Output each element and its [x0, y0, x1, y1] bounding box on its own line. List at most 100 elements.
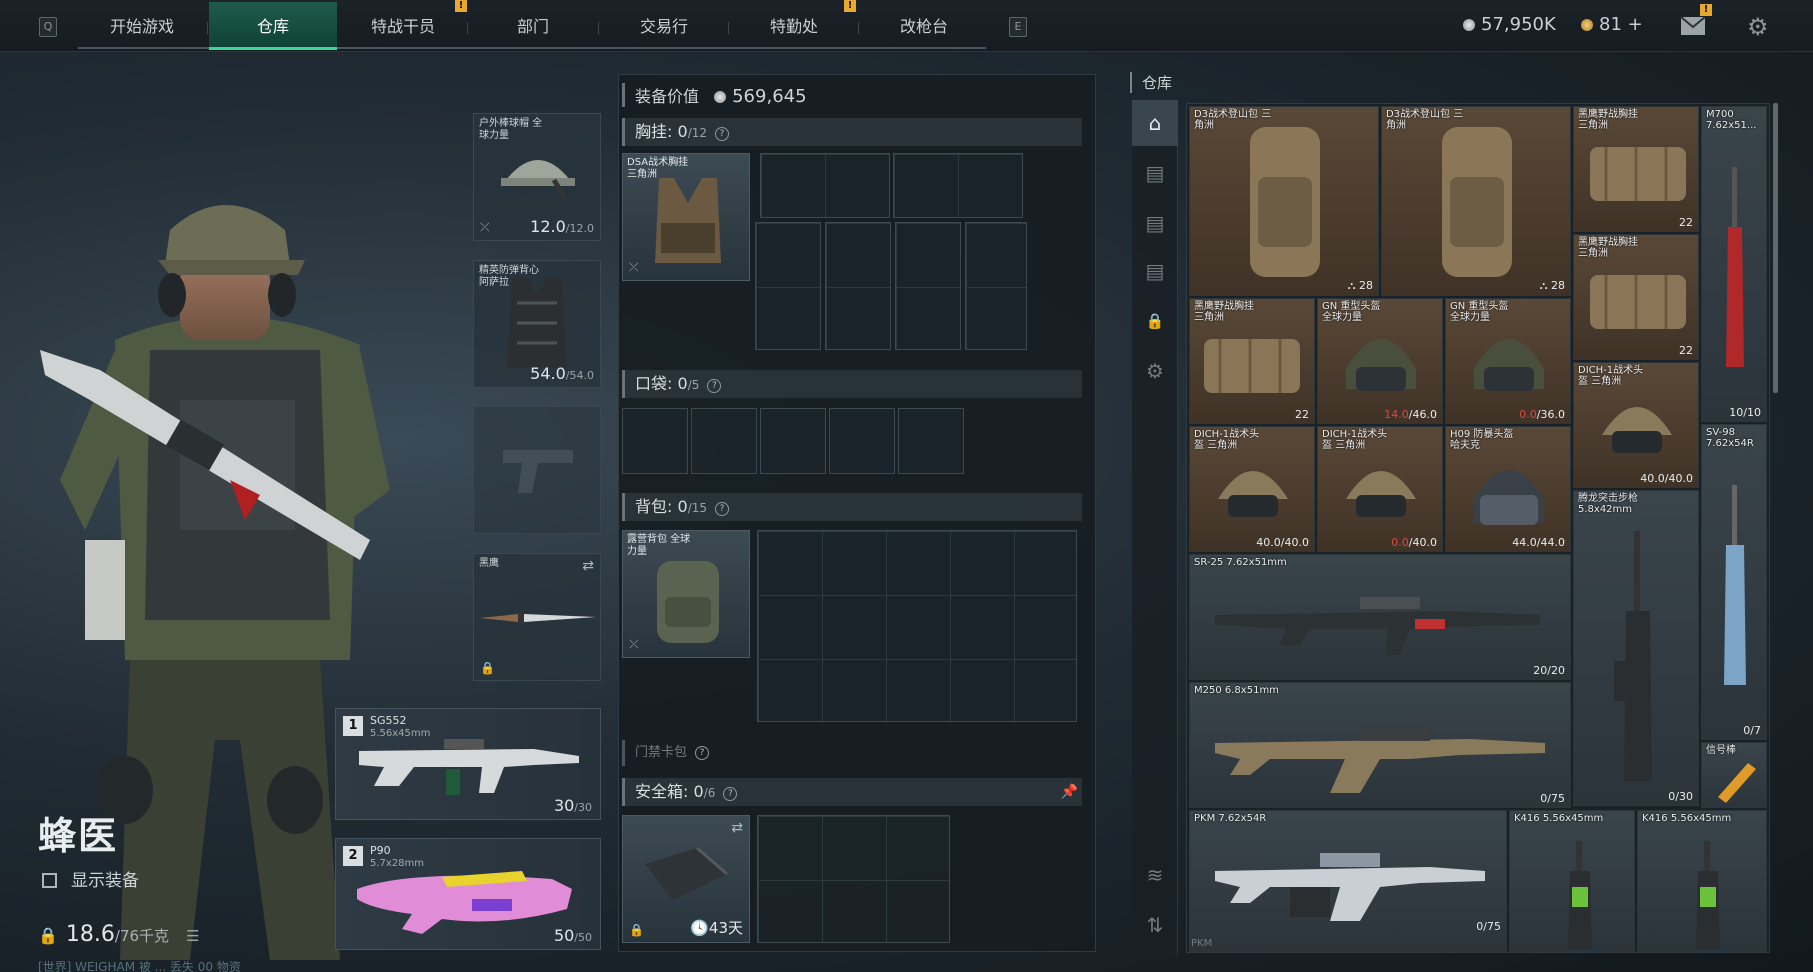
tab-department[interactable]: 部门 [469, 2, 597, 50]
warehouse-item[interactable]: K416 5.56x45mm [1637, 810, 1767, 952]
melee-slot[interactable]: 黑鹰 ⇄ 🔒 [473, 553, 601, 681]
warehouse-item[interactable]: 腾龙突击步枪 5.8x42mm 0/30 [1573, 490, 1699, 806]
pin-icon[interactable]: 📌 [1061, 778, 1078, 806]
k416-rifle-icon [1568, 841, 1592, 949]
silver-currency: 57,950K [1463, 14, 1556, 35]
settings-gear-icon[interactable]: ⚙ [1132, 348, 1178, 394]
tab-warehouse[interactable]: 仓库 [209, 2, 337, 50]
help-icon[interactable]: ? [695, 746, 710, 760]
warehouse-item[interactable]: M250 6.8x51mm 0/75 [1189, 682, 1571, 808]
flare-icon [1718, 763, 1756, 803]
warehouse-item[interactable]: M700 7.62x51... 10/10 [1701, 106, 1767, 422]
sr25-rifle-icon [1215, 597, 1540, 655]
warehouse-item[interactable]: 黑鹰野战胸挂 三角洲 22 [1573, 234, 1699, 360]
mail-badge: ! [1700, 4, 1712, 16]
tab-trading[interactable]: 交易行 [600, 2, 728, 50]
warehouse-page-2-icon[interactable]: ▤ [1132, 150, 1178, 196]
tab-special-ops[interactable]: 特勤处 [730, 2, 858, 50]
secondary-weapon-slot[interactable]: 2 P90 5.7x28mm 50/50 [335, 838, 601, 950]
help-icon[interactable]: ? [723, 787, 738, 801]
warehouse-item[interactable]: 信号棒 [1701, 742, 1767, 808]
warehouse-item[interactable]: GN 重型头盔 全球力量 14.0/46.0 [1317, 298, 1443, 424]
safe-case-icon [645, 846, 728, 900]
chest-grid-1[interactable] [760, 153, 890, 218]
cap-icon [501, 160, 575, 202]
pocket-cell[interactable] [622, 408, 688, 474]
warehouse-item[interactable]: SV-98 7.62x54R 0/7 [1701, 424, 1767, 740]
bottom-item-label: PKM [1191, 938, 1213, 949]
swap-icon[interactable]: ⇄ [731, 820, 743, 836]
chest-grid-4[interactable] [825, 222, 891, 350]
chest-grid-3[interactable] [755, 222, 821, 350]
tactical-helmet-icon [1346, 471, 1416, 517]
chest-rig-icon [1204, 339, 1300, 393]
warehouse-scrollbar[interactable] [1773, 103, 1778, 393]
unlink-icon: ⤫ [480, 220, 490, 234]
assault-rifle-icon [1614, 531, 1652, 781]
tab-operators[interactable]: 特战干员 [339, 2, 467, 50]
armor-slot[interactable]: 精英防弹背心 阿萨拉 54.0/54.0 [473, 260, 601, 388]
settings-gear-icon[interactable]: ⚙ [1747, 13, 1769, 41]
primary-weapon-slot[interactable]: 1 SG552 5.56x45mm 30/30 [335, 708, 601, 820]
warehouse-item[interactable]: PKM 7.62x54R 0/75 [1189, 810, 1507, 952]
pocket-cell[interactable] [829, 408, 895, 474]
divider [858, 22, 859, 34]
heavy-helmet-icon [1346, 339, 1416, 391]
sort-icon[interactable]: ⇅ [1132, 902, 1178, 948]
heavy-helmet-icon [1474, 339, 1544, 391]
help-icon[interactable]: ? [707, 379, 722, 393]
help-icon[interactable]: ? [715, 127, 729, 141]
warehouse-page-3-icon[interactable]: ▤ [1132, 200, 1178, 246]
warehouse-item[interactable]: SR-25 7.62x51mm 20/20 [1189, 554, 1571, 680]
backpack-grid[interactable] [757, 530, 1077, 722]
safebox-grid[interactable] [757, 815, 950, 943]
chest-grid-2[interactable] [893, 153, 1023, 218]
warehouse-item[interactable]: DICH-1战术头盔 三角洲 40.0/40.0 [1189, 426, 1315, 552]
world-chat-line: [世界] WEIGHAM 被 ... 丢失 00 物资 [38, 960, 241, 972]
tab-gunsmith[interactable]: 改枪台 [860, 2, 988, 50]
warehouse-item[interactable]: K416 5.56x45mm [1509, 810, 1635, 952]
chest-grid-5[interactable] [895, 222, 961, 350]
swap-icon[interactable]: ⇄ [582, 558, 594, 574]
pocket-cell[interactable] [691, 408, 757, 474]
warehouse-item[interactable]: GN 重型头盔 全球力量 0.0/36.0 [1445, 298, 1571, 424]
top-nav-bar: Q 开始游戏 仓库 特战干员 ! 部门 交易行 特勤处 ! 改枪台 E 57,9… [0, 0, 1813, 52]
warehouse-page-4-icon[interactable]: ▤ [1132, 248, 1178, 294]
show-gear-toggle[interactable]: 显示装备 [42, 866, 139, 891]
backpack-slot[interactable]: 露营背包 全球力量 ⤫ [622, 530, 750, 658]
warehouse-home-icon[interactable]: ⌂ [1132, 100, 1178, 146]
mail-icon[interactable] [1680, 16, 1706, 40]
silver-coin-icon [1463, 19, 1475, 31]
warehouse-item[interactable]: D3战术登山包 三角洲 ⛬ 28 [1381, 106, 1571, 296]
key-hint-left[interactable]: Q [39, 17, 57, 37]
chest-rig-header: 胸挂: 0/12? [622, 118, 1082, 146]
backpack-icon [1250, 127, 1320, 277]
divider [728, 22, 729, 34]
safebox-slot[interactable]: ⇄ 🔒 🕓43天 [622, 815, 750, 943]
warehouse-item[interactable]: 黑鹰野战胸挂 三角洲 22 [1189, 298, 1315, 424]
lock-icon[interactable]: 🔒 [1132, 298, 1178, 344]
layers-icon[interactable]: ≋ [1132, 852, 1178, 898]
pocket-cell[interactable] [898, 408, 964, 474]
warehouse-item[interactable]: H09 防暴头盔 哈夫克 44.0/44.0 [1445, 426, 1571, 552]
warehouse-title: 仓库 [1130, 72, 1172, 93]
key-hint-right[interactable]: E [1009, 17, 1027, 37]
chest-grid-6[interactable] [965, 222, 1027, 350]
chest-rig-icon [1590, 275, 1686, 329]
warehouse-item[interactable]: DICH-1战术头盔 三角洲 0.0/40.0 [1317, 426, 1443, 552]
pocket-cell[interactable] [760, 408, 826, 474]
warehouse-item[interactable]: D3战术登山包 三角洲 ⛬ 28 [1189, 106, 1379, 296]
warehouse-item[interactable]: 黑鹰野战胸挂 三角洲 22 [1573, 106, 1699, 232]
gold-currency[interactable]: 81 + [1581, 14, 1643, 35]
help-icon[interactable]: ? [715, 502, 729, 516]
pistol-slot-empty[interactable] [473, 406, 601, 534]
warehouse-item[interactable]: DICH-1战术头盔 三角洲 40.0/40.0 [1573, 362, 1699, 488]
keycard-header: 门禁卡包? [622, 740, 1082, 766]
checkbox[interactable] [42, 873, 57, 888]
chest-rig-icon [655, 178, 721, 263]
helmet-slot[interactable]: 户外棒球帽 全球力量 ⤫ 12.0/12.0 [473, 113, 601, 241]
divider [207, 22, 208, 34]
tab-start-game[interactable]: 开始游戏 [78, 2, 206, 50]
chest-rig-slot[interactable]: DSA战术胸挂 三角洲 ⤫ [622, 153, 750, 281]
list-icon[interactable]: ☰ [186, 927, 199, 945]
